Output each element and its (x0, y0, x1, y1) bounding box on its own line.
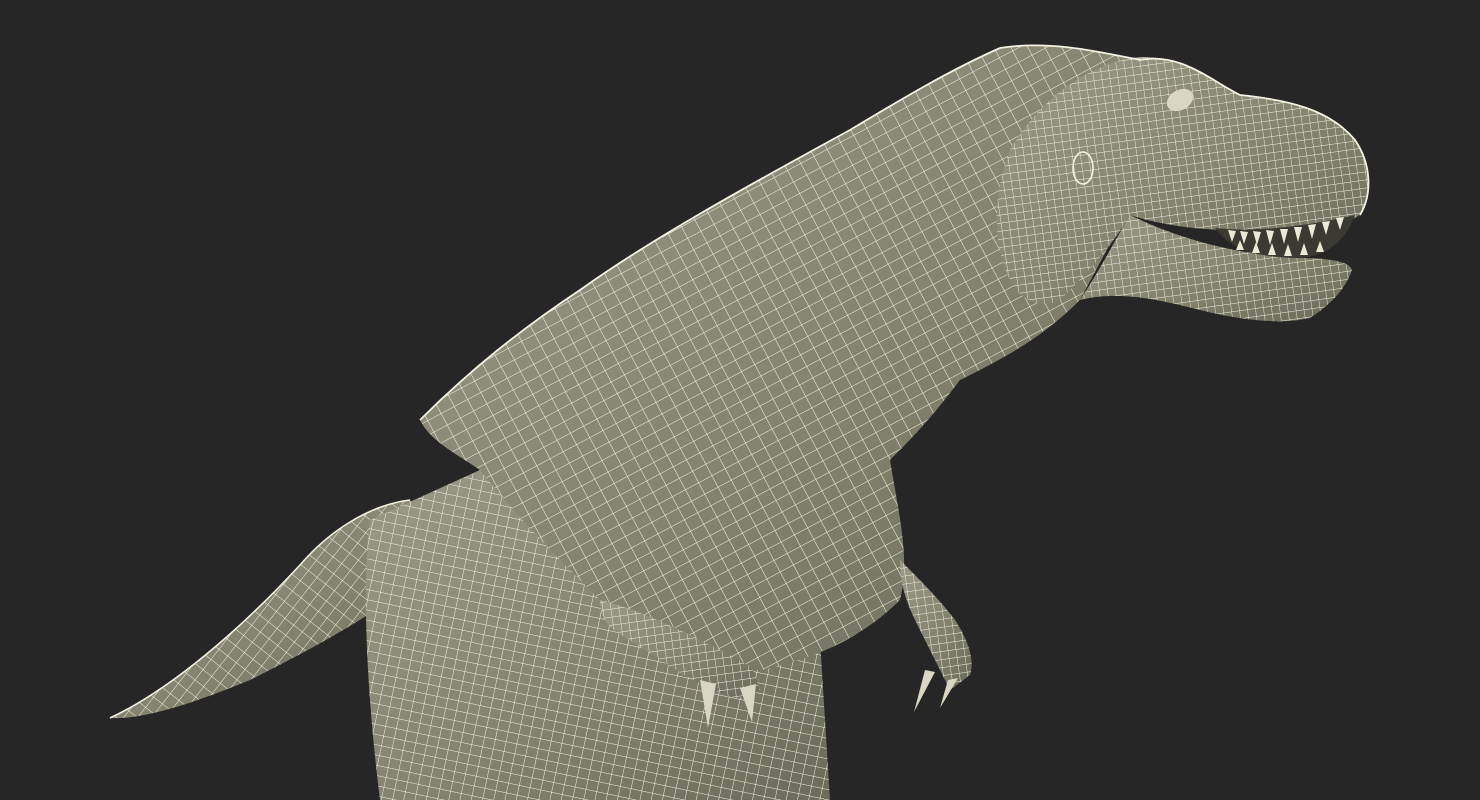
claw (940, 678, 958, 708)
arm-right (900, 560, 972, 712)
claw (914, 670, 935, 712)
render-viewport (0, 0, 1480, 800)
dinosaur-render (109, 44, 1370, 800)
